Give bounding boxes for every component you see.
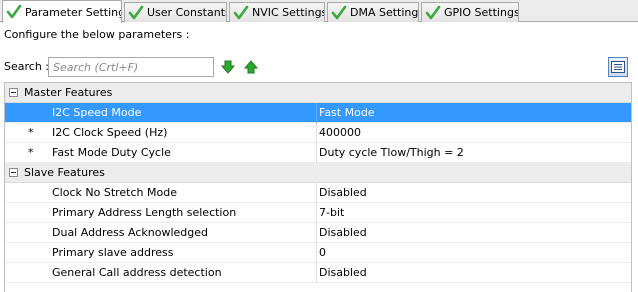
- param-row[interactable]: General Call address detection Disabled: [5, 263, 631, 283]
- collapse-icon[interactable]: [9, 88, 18, 97]
- param-row[interactable]: * Fast Mode Duty Cycle Duty cycle Tlow/T…: [5, 143, 631, 163]
- param-row[interactable]: Primary slave address 0: [5, 243, 631, 263]
- tab-label: DMA Settings: [350, 6, 419, 19]
- check-icon: [128, 5, 144, 19]
- tab-label: Parameter Settings: [25, 5, 122, 19]
- tab-gpio-settings[interactable]: GPIO Settings: [421, 2, 519, 22]
- param-name: I2C Clock Speed (Hz): [52, 126, 168, 139]
- collapse-icon[interactable]: [9, 168, 18, 177]
- check-icon: [425, 5, 441, 19]
- tab-parameter-settings[interactable]: Parameter Settings: [2, 0, 122, 23]
- param-value[interactable]: Disabled: [319, 186, 367, 199]
- param-value[interactable]: Disabled: [319, 226, 367, 239]
- group-row-slave-features[interactable]: Slave Features: [5, 163, 631, 183]
- modified-marker: *: [28, 126, 34, 139]
- check-icon: [331, 5, 347, 19]
- param-name: Primary slave address: [52, 246, 174, 259]
- param-name: Primary Address Length selection: [52, 206, 237, 219]
- param-row[interactable]: Dual Address Acknowledged Disabled: [5, 223, 631, 243]
- list-view-button[interactable]: [608, 57, 628, 77]
- param-row[interactable]: Clock No Stretch Mode Disabled: [5, 183, 631, 203]
- param-name: Fast Mode Duty Cycle: [52, 146, 171, 159]
- param-row[interactable]: Primary Address Length selection 7-bit: [5, 203, 631, 223]
- check-icon: [233, 5, 249, 19]
- configure-instructions: Configure the below parameters :: [4, 28, 190, 41]
- param-name: General Call address detection: [52, 266, 222, 279]
- param-value[interactable]: Disabled: [319, 266, 367, 279]
- group-title: Master Features: [24, 86, 113, 99]
- param-value[interactable]: Fast Mode: [319, 106, 375, 119]
- search-label: Search :: [4, 60, 49, 73]
- param-value[interactable]: Duty cycle Tlow/Thigh = 2: [319, 146, 464, 159]
- tab-label: GPIO Settings: [444, 6, 519, 19]
- param-value[interactable]: 7-bit: [319, 206, 344, 219]
- tab-nvic-settings[interactable]: NVIC Settings: [229, 2, 325, 22]
- tab-label: User Constants: [147, 6, 227, 19]
- modified-marker: *: [28, 146, 34, 159]
- param-row[interactable]: * I2C Clock Speed (Hz) 400000: [5, 123, 631, 143]
- group-title: Slave Features: [24, 166, 105, 179]
- search-input[interactable]: [48, 57, 214, 77]
- param-row[interactable]: I2C Speed Mode Fast Mode: [5, 103, 631, 123]
- search-next-button[interactable]: [220, 59, 236, 75]
- param-value[interactable]: 0: [319, 246, 326, 259]
- tab-dma-settings[interactable]: DMA Settings: [327, 2, 419, 22]
- arrow-down-icon: [221, 60, 235, 74]
- param-name: Clock No Stretch Mode: [52, 186, 177, 199]
- parameters-table: Master Features I2C Speed Mode Fast Mode…: [4, 82, 632, 292]
- list-view-icon: [611, 61, 625, 73]
- tab-label: NVIC Settings: [252, 6, 325, 19]
- check-icon: [6, 4, 22, 19]
- param-value[interactable]: 400000: [319, 126, 361, 139]
- param-name: Dual Address Acknowledged: [52, 226, 209, 239]
- group-row-master-features[interactable]: Master Features: [5, 83, 631, 103]
- tab-bar: Parameter Settings User Constants NVIC S…: [0, 0, 638, 23]
- tab-user-constants[interactable]: User Constants: [124, 2, 227, 22]
- param-name: I2C Speed Mode: [52, 106, 142, 119]
- search-previous-button[interactable]: [243, 59, 259, 75]
- arrow-up-icon: [244, 60, 258, 74]
